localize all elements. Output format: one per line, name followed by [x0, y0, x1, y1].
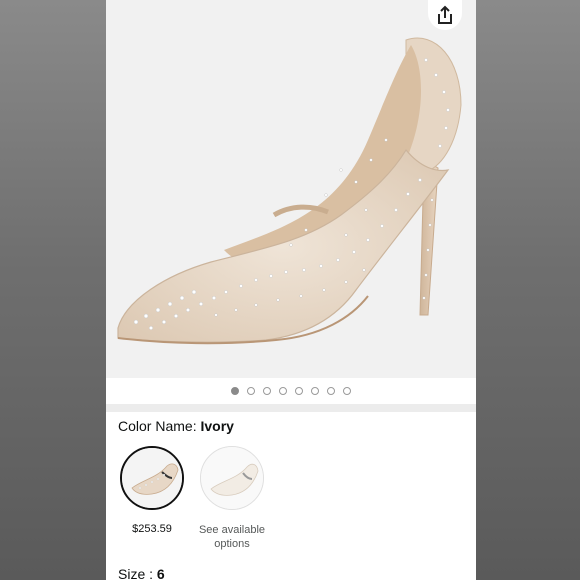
- carousel-dot[interactable]: [295, 387, 303, 395]
- size-label: Size :: [118, 566, 157, 580]
- see-available-options[interactable]: See available options: [192, 523, 272, 551]
- share-icon: [438, 5, 452, 24]
- swatch-shoe-thumbnail: [201, 447, 263, 509]
- carousel-dot[interactable]: [311, 387, 319, 395]
- carousel-indicator: [106, 384, 476, 398]
- carousel-dot[interactable]: [343, 387, 351, 395]
- color-label: Color Name:: [118, 418, 201, 434]
- size-selector[interactable]: Size : 6: [118, 566, 165, 580]
- color-swatch-other[interactable]: [200, 446, 264, 510]
- swatch-price: $253.59: [132, 523, 172, 535]
- size-value: 6: [156, 566, 165, 580]
- color-value: Ivory: [200, 418, 234, 434]
- swatch-shoe-thumbnail: [122, 448, 182, 508]
- background-right: [474, 0, 580, 580]
- background-left: [0, 0, 106, 580]
- carousel-dot[interactable]: [327, 387, 335, 395]
- carousel-dot[interactable]: [263, 387, 271, 395]
- see-available-text: See available: [198, 524, 266, 536]
- product-image[interactable]: [106, 0, 476, 378]
- shoe-illustration: [117, 37, 462, 345]
- color-swatch-ivory[interactable]: [120, 446, 184, 510]
- options-text: options: [214, 538, 250, 550]
- product-panel: Color Name: Ivory $253.59 See available …: [106, 0, 476, 580]
- carousel-dot[interactable]: [231, 387, 239, 395]
- section-divider: [106, 404, 476, 412]
- color-name: Color Name: Ivory: [118, 418, 234, 434]
- carousel-dot[interactable]: [247, 387, 255, 395]
- carousel-dot[interactable]: [279, 387, 287, 395]
